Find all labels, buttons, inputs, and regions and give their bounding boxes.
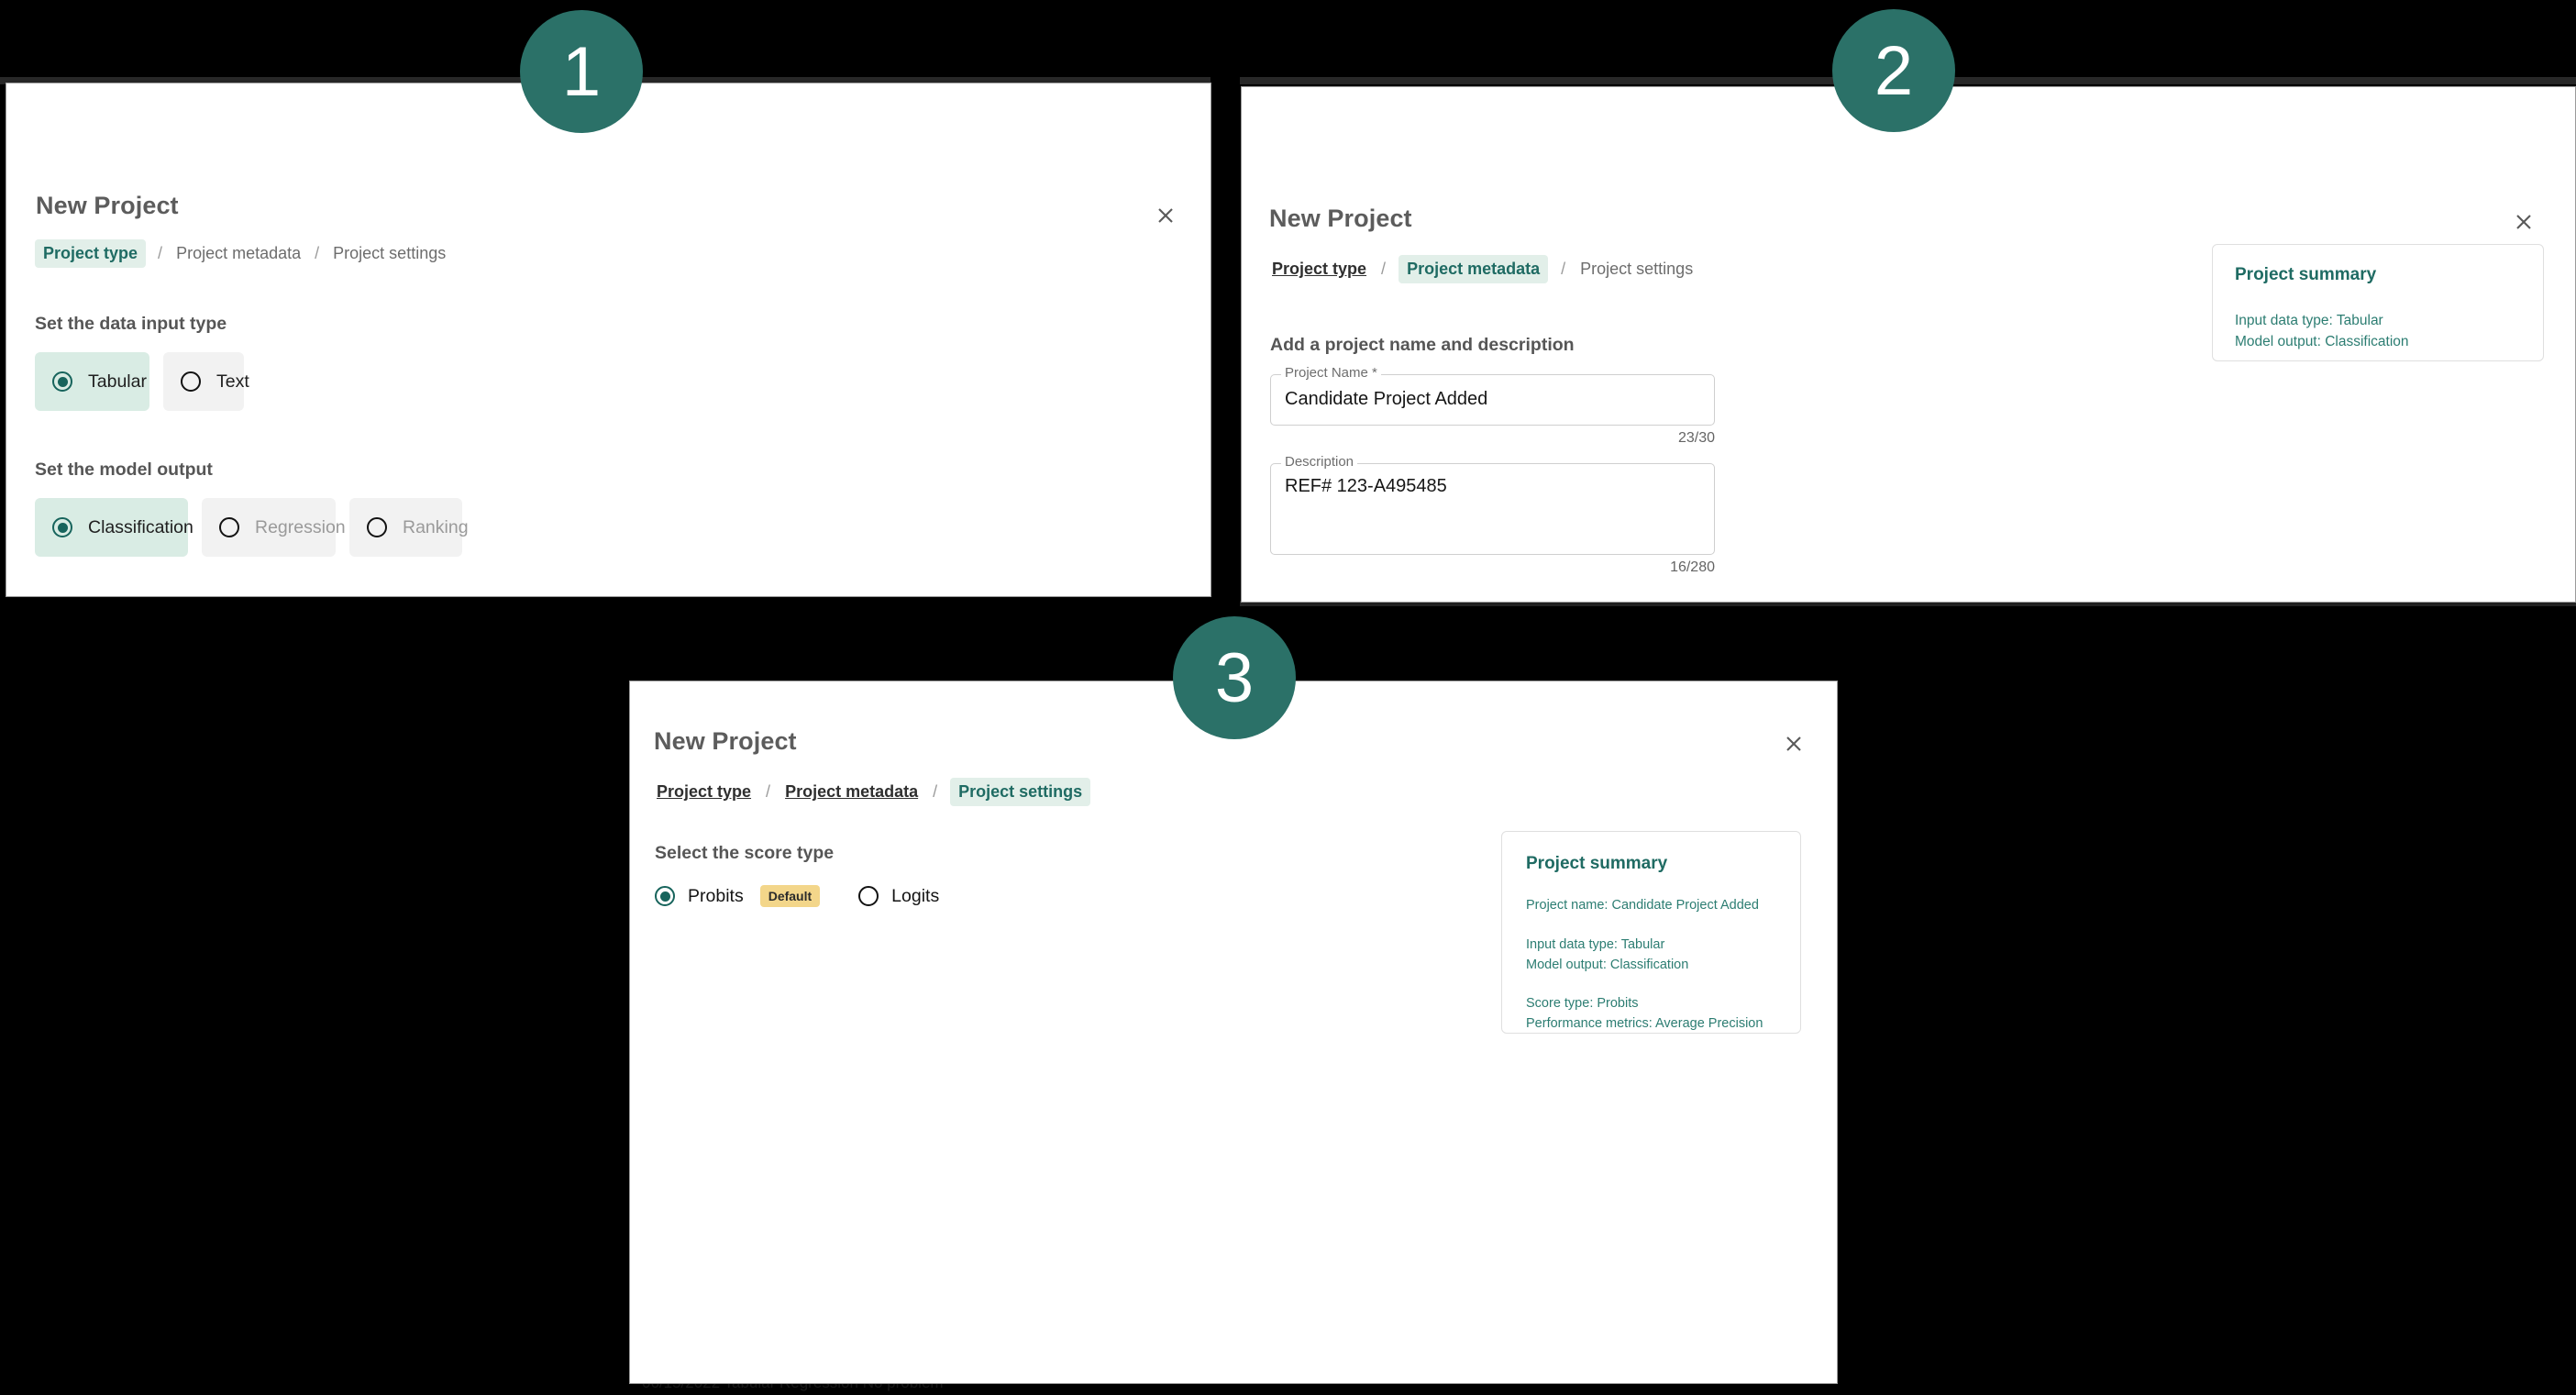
option-logits[interactable]: Logits: [858, 886, 939, 907]
project-summary-line-score-type: Score type: Probits: [1526, 996, 1639, 1012]
project-summary-line-input-type: Input data type: Tabular: [2235, 313, 2383, 328]
project-name-field[interactable]: Project Name * Candidate Project Added: [1270, 365, 1715, 426]
project-summary-line-model-output: Model output: Classification: [2235, 334, 2409, 350]
crumb-project-settings: Project settings: [333, 244, 447, 262]
project-name-legend: Project Name *: [1281, 365, 1381, 381]
option-ranking: Ranking: [349, 498, 469, 557]
breadcrumb-step3: Project type / Project metadata / Projec…: [655, 778, 1091, 806]
option-logits-label: Logits: [891, 885, 940, 906]
description-field[interactable]: Description REF# 123-A495485: [1270, 454, 1715, 555]
project-summary-step3: Project summary Project name: Candidate …: [1501, 831, 1801, 1034]
dialog-title-step2: New Project: [1269, 205, 1412, 232]
dialog-title-step3: New Project: [654, 727, 797, 755]
project-summary-step2: Project summary Input data type: Tabular…: [2212, 244, 2544, 361]
breadcrumb-step1: Project type / Project metadata / Projec…: [35, 239, 448, 268]
radio-probits-icon: [655, 886, 675, 906]
radio-regression-icon: [219, 517, 239, 537]
crumb-separator-2: /: [315, 244, 320, 262]
option-regression: Regression: [202, 498, 346, 557]
option-probits-label: Probits: [688, 885, 744, 906]
project-summary-line-input-type: Input data type: Tabular: [1526, 936, 1665, 952]
project-summary-line-model-output: Model output: Classification: [1526, 957, 1689, 972]
crumb-separator-2: /: [1561, 260, 1566, 278]
section-heading-model-output: Set the model output: [35, 459, 213, 480]
project-name-counter: 23/30: [1677, 430, 1715, 446]
option-classification-label: Classification: [88, 516, 193, 537]
dialog-title-step1: New Project: [36, 192, 179, 219]
crumb-project-metadata: Project metadata: [176, 244, 302, 262]
option-tabular[interactable]: Tabular: [35, 352, 149, 411]
crumb-separator-1: /: [766, 782, 771, 801]
project-summary-heading: Project summary: [2235, 265, 2377, 284]
close-icon: [2516, 215, 2531, 229]
description-counter: 16/280: [1670, 559, 1715, 575]
data-input-type-options: Tabular Text: [35, 352, 249, 411]
option-ranking-label: Ranking: [403, 516, 469, 537]
close-icon: [1158, 208, 1173, 223]
crumb-project-settings: Project settings: [1580, 260, 1694, 278]
section-heading-project-metadata: Add a project name and description: [1270, 335, 1575, 355]
option-text[interactable]: Text: [163, 352, 249, 411]
description-value: REF# 123-A495485: [1285, 476, 1447, 496]
crumb-project-type[interactable]: Project type: [655, 778, 753, 806]
project-name-value: Candidate Project Added: [1285, 389, 1488, 409]
breadcrumb-step2: Project type / Project metadata / Projec…: [1270, 255, 1695, 283]
option-text-label: Text: [216, 371, 249, 392]
crumb-separator-1: /: [1381, 260, 1387, 278]
model-output-options: Classification Regression Ranking: [35, 498, 469, 557]
close-button-step1[interactable]: [1147, 197, 1184, 234]
crumb-separator-1: /: [158, 244, 163, 262]
radio-logits-icon: [858, 886, 879, 906]
step-number-badge-1: 1: [520, 10, 643, 133]
option-classification[interactable]: Classification: [35, 498, 193, 557]
section-heading-score-type: Select the score type: [655, 843, 835, 863]
probits-default-badge: Default: [759, 885, 821, 907]
option-regression-label: Regression: [255, 516, 346, 537]
new-project-dialog-step3: New Project Project type / Project metad…: [629, 681, 1838, 1384]
radio-classification-icon: [52, 517, 72, 537]
new-project-dialog-step2: New Project Project type / Project metad…: [1241, 86, 2576, 603]
project-summary-line-project-name: Project name: Candidate Project Added: [1526, 898, 1759, 913]
close-icon: [1786, 736, 1801, 751]
crumb-project-metadata[interactable]: Project metadata: [1399, 255, 1549, 283]
screen-root: 06/15/2022 Tabular Classification truera…: [0, 0, 2576, 1395]
option-tabular-label: Tabular: [88, 371, 147, 392]
crumb-project-type[interactable]: Project type: [35, 239, 147, 268]
project-summary-heading: Project summary: [1526, 854, 1668, 873]
crumb-project-type[interactable]: Project type: [1270, 255, 1368, 283]
radio-tabular-icon: [52, 371, 72, 392]
new-project-dialog-step1: New Project Project type / Project metad…: [6, 83, 1211, 597]
score-type-options: Probits Default Logits: [655, 885, 939, 907]
section-heading-data-input-type: Set the data input type: [35, 314, 227, 334]
option-probits[interactable]: Probits Default: [655, 885, 821, 907]
description-legend: Description: [1281, 454, 1358, 470]
crumb-separator-2: /: [933, 782, 938, 801]
crumb-project-settings[interactable]: Project settings: [950, 778, 1091, 806]
radio-text-icon: [181, 371, 201, 392]
project-summary-line-performance-metrics: Performance metrics: Average Precision: [1526, 1016, 1763, 1031]
close-button-step2[interactable]: [2505, 204, 2542, 240]
crumb-project-metadata[interactable]: Project metadata: [783, 778, 920, 806]
close-button-step3[interactable]: [1775, 725, 1812, 762]
step-number-badge-3: 3: [1173, 616, 1296, 739]
step-number-badge-2: 2: [1832, 9, 1955, 132]
radio-ranking-icon: [367, 517, 387, 537]
